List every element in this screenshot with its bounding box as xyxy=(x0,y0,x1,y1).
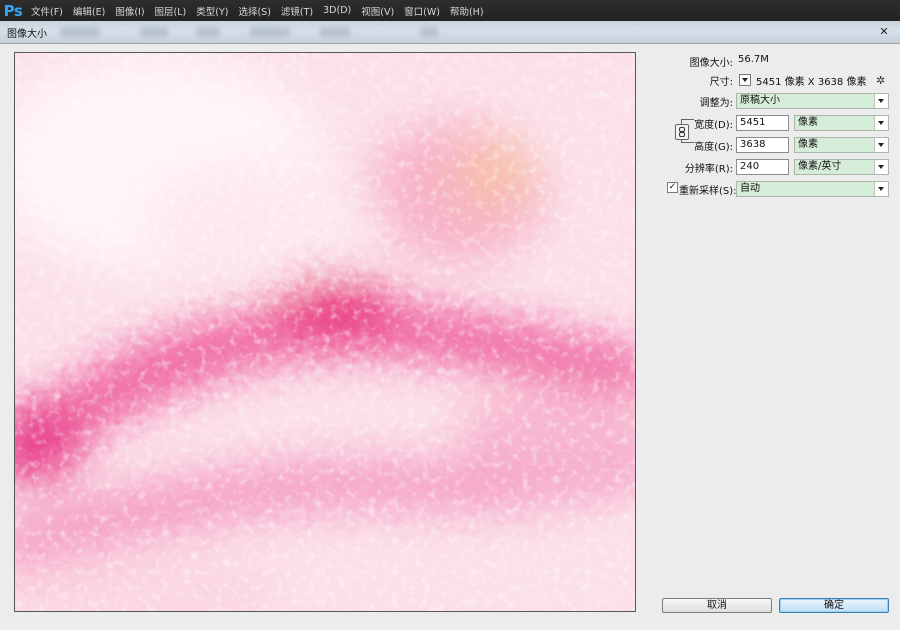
image-size-label: 图像大小: xyxy=(689,58,733,69)
menu-3d[interactable]: 3D(D) xyxy=(318,5,356,16)
menu-image[interactable]: 图像(I) xyxy=(110,4,149,18)
fit-to-select[interactable]: 原稿大小 xyxy=(736,93,889,109)
resample-checkbox[interactable]: ✓ xyxy=(667,182,678,193)
ok-button[interactable]: 确定 xyxy=(779,598,889,613)
menu-file[interactable]: 文件(F) xyxy=(26,4,68,18)
resolution-input[interactable]: 240 xyxy=(736,159,789,175)
dimensions-unit-dropdown[interactable] xyxy=(739,74,751,86)
menu-select[interactable]: 选择(S) xyxy=(233,4,275,18)
width-input[interactable]: 5451 xyxy=(736,115,789,131)
chevron-down-icon xyxy=(874,116,888,130)
menu-edit[interactable]: 编辑(E) xyxy=(68,4,110,18)
width-unit-value: 像素 xyxy=(798,117,818,128)
photoshop-logo[interactable]: Ps xyxy=(0,0,26,21)
menu-filter[interactable]: 滤镜(T) xyxy=(276,4,318,18)
chevron-down-icon xyxy=(874,94,888,108)
menu-bar: Ps 文件(F) 编辑(E) 图像(I) 图层(L) 类型(Y) 选择(S) 滤… xyxy=(0,0,900,21)
menu-window[interactable]: 窗口(W) xyxy=(399,4,445,18)
height-unit-select[interactable]: 像素 xyxy=(794,137,889,153)
dialog-titlebar[interactable]: 图像大小 ✕ xyxy=(0,21,900,44)
dialog-title: 图像大小 xyxy=(7,29,47,40)
image-size-value: 56.7M xyxy=(738,54,769,65)
height-label: 高度(G): xyxy=(694,142,733,153)
menu-type[interactable]: 类型(Y) xyxy=(191,4,233,18)
fit-to-label: 调整为: xyxy=(699,98,733,109)
close-button[interactable]: ✕ xyxy=(878,26,890,38)
width-unit-select[interactable]: 像素 xyxy=(794,115,889,131)
chevron-down-icon xyxy=(874,182,888,196)
image-preview[interactable] xyxy=(14,52,636,612)
resolution-label: 分辨率(R): xyxy=(684,164,733,175)
menu-help[interactable]: 帮助(H) xyxy=(445,4,489,18)
height-input[interactable]: 3638 xyxy=(736,137,789,153)
height-unit-value: 像素 xyxy=(798,139,818,150)
preview-texture-image xyxy=(15,53,635,611)
menu-layer[interactable]: 图层(L) xyxy=(150,4,192,18)
dimensions-value: 5451 像素 X 3638 像素 xyxy=(756,77,867,88)
resample-value: 自动 xyxy=(740,183,760,194)
chevron-down-icon xyxy=(874,138,888,152)
width-label: 宽度(D): xyxy=(694,120,733,131)
cancel-button[interactable]: 取消 xyxy=(662,598,772,613)
dimensions-label: 尺寸: xyxy=(709,77,733,88)
resolution-unit-value: 像素/英寸 xyxy=(798,161,842,172)
fit-to-value: 原稿大小 xyxy=(740,95,780,106)
menu-view[interactable]: 视图(V) xyxy=(356,4,399,18)
resample-label: 重新采样(S): xyxy=(679,186,737,197)
resample-select[interactable]: 自动 xyxy=(736,181,889,197)
image-size-dialog: 图像大小 ✕ 图像大小: 56.7M ✲ 尺寸: 5451 像素 X 3638 … xyxy=(0,21,900,630)
resolution-unit-select[interactable]: 像素/英寸 xyxy=(794,159,889,175)
gear-icon[interactable]: ✲ xyxy=(876,74,885,87)
chevron-down-icon xyxy=(874,160,888,174)
